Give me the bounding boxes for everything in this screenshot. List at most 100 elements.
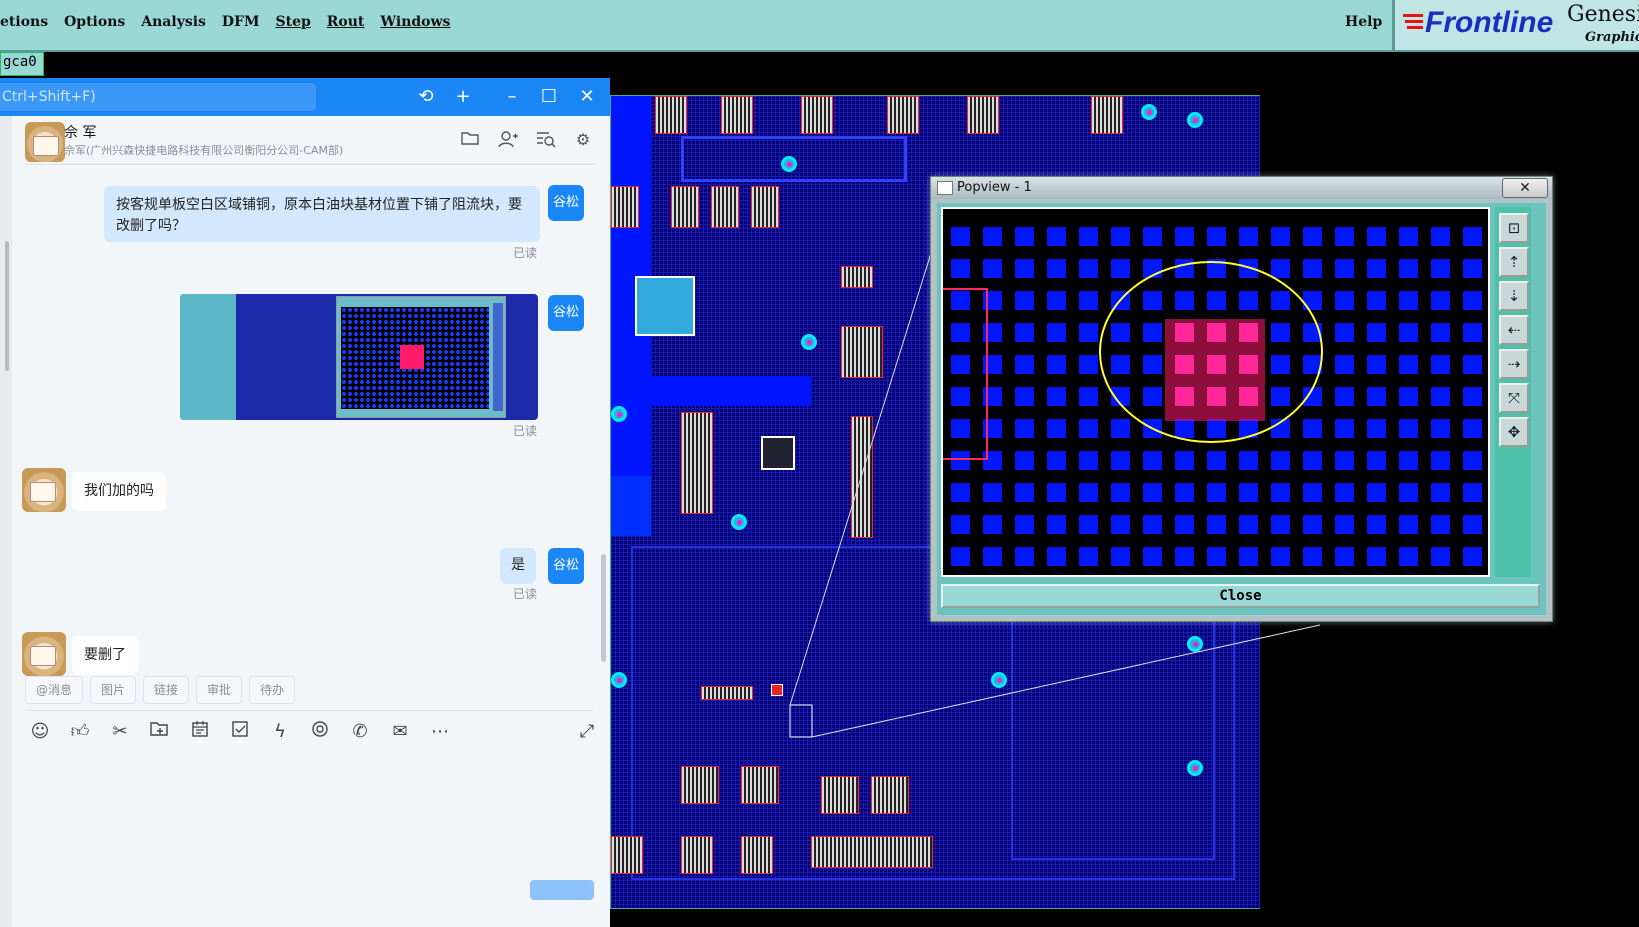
- plus-icon[interactable]: +: [453, 87, 473, 107]
- pad: [1367, 291, 1386, 310]
- close-icon[interactable]: ✕: [577, 87, 597, 107]
- pad: [1463, 547, 1482, 566]
- header-divider: [25, 164, 595, 165]
- emoji-icon[interactable]: ☺: [28, 720, 52, 744]
- folder-add-icon[interactable]: [148, 720, 172, 744]
- thumbnail-sidebar: [493, 303, 503, 411]
- message-image[interactable]: [180, 294, 538, 420]
- pad: [1271, 259, 1290, 278]
- pad: [1047, 515, 1066, 534]
- phone-icon[interactable]: ✆: [348, 720, 372, 744]
- pad: [1047, 387, 1066, 406]
- pad: [1047, 483, 1066, 502]
- pad: [983, 259, 1002, 278]
- popview-toolbar: ⊡ ⇡ ⇣ ⇠ ⇢ ⤧ ✥: [1495, 207, 1531, 577]
- expand-icon[interactable]: ⤢: [575, 720, 599, 744]
- message-bubble-other[interactable]: 要删了: [72, 636, 138, 675]
- pad: [1303, 515, 1322, 534]
- pad: [1303, 547, 1322, 566]
- pad: [1079, 323, 1098, 342]
- pad: [1015, 419, 1034, 438]
- pad: [1047, 419, 1066, 438]
- minimize-icon[interactable]: –: [502, 87, 522, 107]
- more-icon[interactable]: ⋯: [428, 720, 452, 744]
- pad: [1143, 291, 1162, 310]
- pad: [1463, 483, 1482, 502]
- popview-close-button[interactable]: Close: [941, 584, 1540, 608]
- pad: [1143, 387, 1162, 406]
- pad: [983, 387, 1002, 406]
- pad: [1303, 227, 1322, 246]
- toolbar-divider: [25, 710, 595, 711]
- pad: [1175, 291, 1194, 310]
- pad: [1271, 323, 1290, 342]
- pad: [1015, 451, 1034, 470]
- tag-mention[interactable]: @消息: [25, 676, 84, 704]
- message-bubble-other[interactable]: 我们加的吗: [72, 472, 166, 511]
- zoom-area-icon[interactable]: ⊡: [1499, 213, 1529, 243]
- popview-canvas[interactable]: [941, 207, 1490, 577]
- scissors-icon[interactable]: ✂: [108, 720, 132, 744]
- tag-images[interactable]: 图片: [90, 676, 137, 704]
- pad-grid: [943, 227, 1482, 566]
- pad: [1047, 547, 1066, 566]
- message-bubble-me[interactable]: 按客规单板空白区域铺铜，原本白油块基材位置下铺了阻流块，要改删了吗？: [104, 186, 540, 242]
- mail-icon[interactable]: ✉: [388, 720, 412, 744]
- pad: [1111, 515, 1130, 534]
- search-input[interactable]: Ctrl+Shift+F): [0, 83, 316, 111]
- pad: [1271, 291, 1290, 310]
- lightning-icon[interactable]: ϟ: [268, 720, 292, 744]
- contact-avatar[interactable]: [22, 632, 66, 676]
- pad: [1015, 515, 1034, 534]
- popview-close-x-button[interactable]: ✕: [1502, 178, 1548, 198]
- my-avatar[interactable]: 谷松: [548, 548, 584, 584]
- record-icon[interactable]: [308, 720, 332, 744]
- pad: [1175, 547, 1194, 566]
- pan-down-icon[interactable]: ⇣: [1499, 281, 1529, 311]
- thumbs-up-icon[interactable]: 👍︎: [68, 720, 92, 744]
- chat-scrollbar[interactable]: [601, 554, 606, 662]
- pad: [1431, 259, 1450, 278]
- add-user-icon[interactable]: [498, 130, 518, 150]
- contact-avatar[interactable]: [25, 122, 65, 162]
- calendar-icon[interactable]: [188, 720, 212, 744]
- search-list-icon[interactable]: [536, 130, 556, 150]
- folder-icon[interactable]: [460, 130, 480, 150]
- history-icon[interactable]: ⟲: [416, 87, 436, 107]
- popview-body: ⊡ ⇡ ⇣ ⇠ ⇢ ⤧ ✥ Close: [937, 203, 1546, 615]
- send-button[interactable]: [530, 880, 594, 900]
- maximize-icon[interactable]: ☐: [539, 87, 559, 107]
- pan-right-icon[interactable]: ⇢: [1499, 349, 1529, 379]
- zoom-out-icon[interactable]: ✥: [1499, 417, 1529, 447]
- tag-links[interactable]: 链接: [143, 676, 190, 704]
- contact-avatar[interactable]: [22, 468, 66, 512]
- read-status: 已读: [513, 246, 538, 260]
- my-avatar[interactable]: 谷松: [548, 185, 584, 221]
- settings-icon[interactable]: ⚙: [573, 130, 593, 150]
- pad: [1463, 291, 1482, 310]
- pan-up-icon[interactable]: ⇡: [1499, 247, 1529, 277]
- pad: [983, 451, 1002, 470]
- pan-left-icon[interactable]: ⇠: [1499, 315, 1529, 345]
- popview-titlebar[interactable]: Popview - 1 ✕: [931, 177, 1552, 199]
- pad: [1239, 483, 1258, 502]
- checkbox-icon[interactable]: [228, 720, 252, 744]
- tag-todo[interactable]: 待办: [249, 676, 296, 704]
- my-avatar[interactable]: 谷松: [548, 295, 584, 331]
- pad: [1399, 419, 1418, 438]
- zoom-fit-icon[interactable]: ⤧: [1499, 383, 1529, 413]
- tag-approval[interactable]: 审批: [196, 676, 243, 704]
- pad: [1079, 227, 1098, 246]
- pad: [1079, 451, 1098, 470]
- pad: [1367, 259, 1386, 278]
- pad: [1303, 419, 1322, 438]
- pad: [1431, 291, 1450, 310]
- pad: [1015, 547, 1034, 566]
- popview-title: Popview - 1: [957, 180, 1032, 195]
- pad: [1431, 387, 1450, 406]
- pad: [1047, 259, 1066, 278]
- pad: [1111, 355, 1130, 374]
- message-bubble-me[interactable]: 是: [500, 548, 536, 584]
- pad: [1335, 483, 1354, 502]
- scrollbar[interactable]: [5, 241, 9, 371]
